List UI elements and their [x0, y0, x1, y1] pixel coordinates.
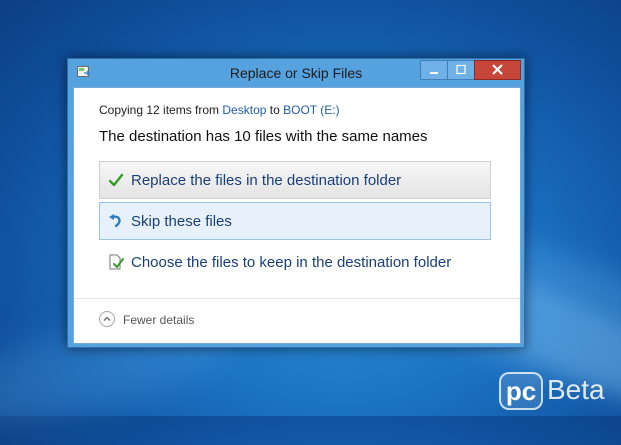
to-word: to: [269, 103, 280, 117]
chevron-up-icon: [103, 316, 111, 321]
file-copy-icon: [77, 66, 91, 77]
minimize-icon: [430, 72, 438, 74]
conflict-heading: The destination has 10 files with the sa…: [99, 128, 428, 145]
skip-arrow-icon: [109, 214, 121, 228]
destination-link[interactable]: BOOT (E:): [283, 103, 339, 117]
fewer-details-button[interactable]: [99, 311, 115, 327]
title-bar[interactable]: Replace or Skip Files: [68, 59, 524, 87]
checkmark-icon: [108, 173, 124, 187]
replace-skip-dialog: Replace or Skip Files Copying 12 items f…: [67, 58, 525, 348]
replace-files-option[interactable]: Replace the files in the destination fol…: [99, 161, 491, 199]
source-link[interactable]: Desktop: [222, 103, 266, 117]
close-icon: [492, 64, 503, 75]
logo-pc-mark: pc: [499, 372, 543, 410]
maximize-button[interactable]: [447, 60, 475, 80]
dialog-body: Copying 12 items from Desktop to BOOT (E…: [73, 87, 521, 344]
skip-files-option[interactable]: Skip these files: [99, 202, 491, 240]
pcbeta-logo: pc Beta: [499, 372, 617, 410]
skip-option-label: Skip these files: [131, 213, 232, 230]
choose-files-option[interactable]: Choose the files to keep in the destinat…: [99, 243, 491, 281]
maximize-icon: [456, 64, 466, 75]
replace-option-label: Replace the files in the destination fol…: [131, 172, 402, 189]
copy-prefix: Copying 12 items from: [99, 103, 220, 117]
window-title: Replace or Skip Files: [229, 65, 363, 81]
fewer-details-label[interactable]: Fewer details: [123, 313, 194, 327]
close-button[interactable]: [474, 60, 521, 80]
copy-summary: Copying 12 items from Desktop to BOOT (E…: [99, 103, 340, 117]
choose-files-icon: [109, 254, 124, 270]
choose-option-label: Choose the files to keep in the destinat…: [131, 254, 452, 271]
minimize-button[interactable]: [420, 60, 448, 80]
footer-divider: [74, 298, 520, 299]
logo-beta-text: Beta: [547, 374, 605, 405]
